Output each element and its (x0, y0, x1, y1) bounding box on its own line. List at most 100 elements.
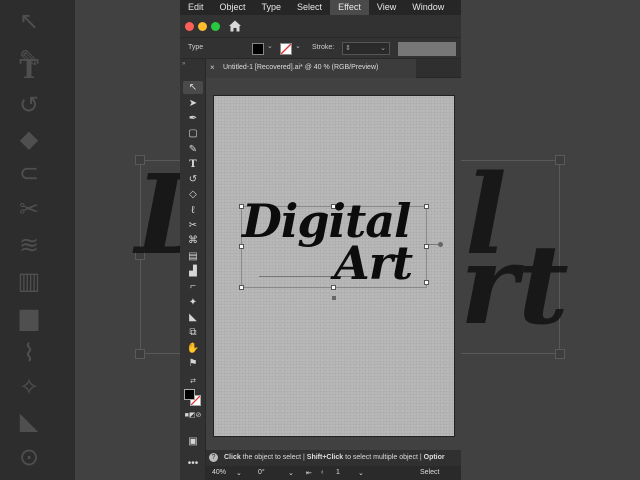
artwork-art[interactable]: Art (334, 236, 413, 290)
magic-wand-tool-icon[interactable]: ✦ (183, 296, 203, 309)
swap-fill-stroke-icon[interactable]: ⇄ (183, 375, 203, 388)
selection-tool-icon[interactable]: ↖ (183, 81, 203, 94)
canvas[interactable]: Digital Art (206, 78, 461, 450)
more-tools-icon[interactable]: ••• (183, 457, 203, 470)
menu-type[interactable]: Type (254, 0, 290, 15)
menu-bar: Edit Object Type Select Effect View Wind… (180, 0, 461, 15)
status-shift-click: Shift+Click (306, 454, 344, 461)
rotate-handle[interactable] (438, 242, 443, 247)
page-number[interactable]: 1 (336, 469, 340, 476)
bg-select-icon: ↖ (18, 8, 40, 35)
fill-color-icon[interactable] (184, 389, 195, 400)
resize-handle[interactable] (424, 204, 429, 209)
bg-zoom-icon: ⊙ (18, 444, 40, 471)
close-window-button[interactable] (185, 22, 194, 31)
scissors-tool-icon[interactable]: ✂ (183, 219, 203, 232)
bg-gradient-icon: ▥ (17, 268, 41, 295)
status-click: Click (224, 454, 241, 461)
paintbrush-tool-icon[interactable]: ✎ (183, 143, 203, 156)
help-icon[interactable]: ? (209, 453, 218, 462)
menu-effect[interactable]: Effect (330, 0, 369, 15)
document-tab[interactable]: × Untitled-1 [Recovered].ai* @ 40 % (RGB… (206, 59, 416, 78)
resize-handle[interactable] (424, 280, 429, 285)
status-hint: Click the object to select | Shift+Click… (224, 454, 445, 461)
status-text-1: the object to select (242, 454, 302, 461)
direct-selection-tool-icon[interactable]: ➤ (183, 97, 203, 110)
stroke-weight-field[interactable]: ⇕ ⌄ (342, 42, 390, 55)
menu-select[interactable]: Select (289, 0, 330, 15)
stepper-icon[interactable]: ⇕ (345, 44, 351, 52)
pen-tool-icon[interactable]: ✒ (183, 112, 203, 125)
chevron-down-icon[interactable]: ⌄ (358, 469, 364, 477)
chevron-down-icon[interactable]: ⌄ (236, 469, 242, 477)
puppet-warp-tool-icon[interactable]: ⌘ (183, 234, 203, 247)
document-tab-bar: × Untitled-1 [Recovered].ai* @ 40 % (RGB… (206, 59, 461, 78)
tools-panel: » ↖ ➤ ✒ ▢ ✎ T ↺ ◇ ℓ ✂ ⌘ ▤ ▟ ⌐ ✦ ◣ ⧉ ✋ ⚑ … (180, 59, 206, 480)
zoom-tool-icon[interactable]: ⚑ (183, 357, 203, 370)
bg-chart-icon: ▆ (19, 304, 39, 331)
bg-slice-icon: ◣ (19, 408, 39, 435)
menu-window[interactable]: Window (404, 0, 452, 15)
bg-wand-icon: ✧ (18, 374, 40, 401)
stroke-label: Stroke: (312, 44, 335, 51)
title-bar (180, 15, 461, 37)
chevron-down-icon[interactable]: ⌄ (380, 44, 386, 52)
minimize-window-button[interactable] (198, 22, 207, 31)
hand-tool-icon[interactable]: ✋ (183, 342, 203, 355)
graph-tool-icon[interactable]: ▟ (183, 265, 203, 278)
bg-puppet-icon: ≋ (18, 232, 40, 259)
eyedropper-tool-icon[interactable]: ⌐ (183, 280, 203, 293)
first-page-icon[interactable]: ⇤ (306, 469, 312, 477)
artboard[interactable]: Digital Art (213, 95, 455, 437)
maximize-window-button[interactable] (211, 22, 220, 31)
anchor-point[interactable] (332, 296, 336, 300)
selection-type-label: Type (188, 44, 204, 51)
menu-edit[interactable]: Edit (180, 0, 212, 15)
bg-artwork-text: rt (460, 220, 569, 349)
rectangle-tool-icon[interactable]: ▢ (183, 127, 203, 140)
menu-view[interactable]: View (369, 0, 404, 15)
bg-handle (135, 349, 145, 359)
rotate-tool-icon[interactable]: ↺ (183, 173, 203, 186)
screen: ↖ ✎ T ↺ ◆ ⊂ ✂ ≋ ▥ ▆ ⌇ ✧ ◣ ⊙ D l rt Edit … (0, 0, 640, 480)
current-tool-label: Select (420, 469, 440, 476)
document-tab-title: Untitled-1 [Recovered].ai* @ 40 % (RGB/P… (223, 64, 379, 71)
collapse-toolbar-icon[interactable]: » (182, 61, 185, 67)
close-icon[interactable]: × (210, 63, 215, 72)
slice-tool-icon[interactable]: ◣ (183, 311, 203, 324)
stroke-none-swatch[interactable] (280, 43, 292, 55)
symbol-sprayer-tool-icon[interactable]: ⧉ (183, 326, 203, 339)
resize-handle[interactable] (239, 285, 244, 290)
screen-mode-icon[interactable]: ▣ (183, 435, 203, 448)
chevron-down-icon[interactable]: ⌄ (288, 469, 294, 477)
bottom-bar: 40% ⌄ 0° ⌄ ⇤ ‹ 1 ⌄ Select (206, 466, 461, 480)
lasso-tool-icon[interactable]: ℓ (183, 204, 203, 217)
color-mode-icon[interactable]: ■◩⊘ (183, 409, 203, 422)
gradient-tool-icon[interactable]: ▤ (183, 250, 203, 263)
chevron-down-icon[interactable]: ⌄ (295, 42, 301, 50)
bg-handle (555, 349, 565, 359)
eraser-tool-icon[interactable]: ◇ (183, 188, 203, 201)
menu-help[interactable]: Help (452, 0, 461, 15)
status-option: Optior (423, 454, 445, 461)
bg-eraser-icon: ◆ (19, 126, 39, 153)
status-text-2: to select multiple object (345, 454, 418, 461)
previous-page-icon[interactable]: ‹ (321, 469, 323, 476)
chevron-down-icon[interactable]: ⌄ (267, 42, 273, 50)
fill-swatch[interactable] (252, 43, 264, 55)
rotation-angle[interactable]: 0° (258, 469, 265, 476)
background-toolbar-blur: ↖ ✎ T ↺ ◆ ⊂ ✂ ≋ ▥ ▆ ⌇ ✧ ◣ ⊙ (0, 0, 75, 480)
zoom-level[interactable]: 40% (212, 469, 226, 476)
status-bar: ? Click the object to select | Shift+Cli… (206, 450, 461, 466)
menu-object[interactable]: Object (212, 0, 254, 15)
bg-handle (555, 155, 565, 165)
type-tool-icon[interactable]: T (183, 158, 203, 171)
home-icon[interactable] (228, 19, 242, 33)
control-bar: Type ⌄ ⌄ Stroke: ⇕ ⌄ (180, 37, 461, 59)
status-separator: | (303, 454, 305, 461)
bg-eyedropper-icon: ⌇ (23, 340, 35, 367)
variable-width-profile[interactable] (398, 42, 456, 56)
bg-lasso-icon: ⊂ (18, 160, 40, 187)
bg-type-icon: T (19, 55, 39, 85)
status-separator: | (419, 454, 422, 461)
